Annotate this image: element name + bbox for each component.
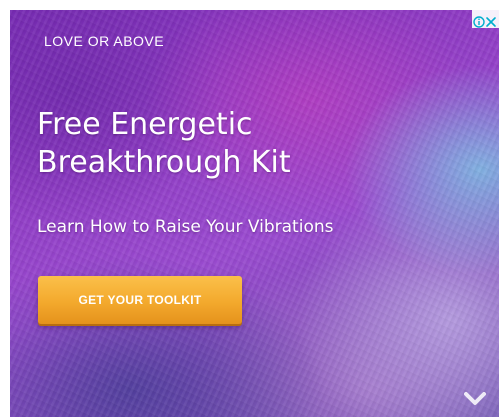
painted-background — [10, 10, 499, 417]
headline: Free Energetic Breakthrough Kit — [37, 106, 437, 182]
subheadline: Learn How to Raise Your Vibrations — [37, 217, 334, 237]
info-icon[interactable] — [473, 13, 485, 28]
ad-banner[interactable]: LOVE OR ABOVE Free Energetic Breakthroug… — [10, 10, 499, 417]
get-toolkit-button[interactable]: GET YOUR TOOLKIT — [38, 276, 242, 324]
headline-line-2: Breakthrough Kit — [37, 145, 291, 180]
chevron-down-icon[interactable] — [464, 391, 486, 407]
adchoices-badge[interactable] — [472, 10, 499, 28]
brand-name: LOVE OR ABOVE — [44, 33, 165, 49]
close-icon[interactable] — [485, 13, 497, 27]
headline-line-1: Free Energetic — [37, 107, 253, 142]
